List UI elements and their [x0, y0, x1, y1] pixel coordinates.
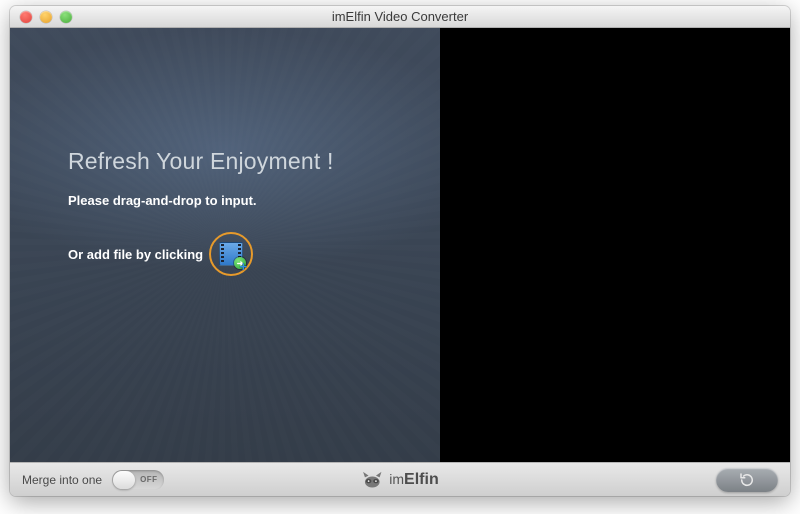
raccoon-logo-icon: [361, 471, 383, 489]
add-file-icon[interactable]: ➜ +: [219, 242, 243, 266]
preview-pane: [440, 28, 790, 462]
titlebar: imElfin Video Converter: [10, 6, 790, 28]
close-icon[interactable]: [20, 11, 32, 23]
headline-text: Refresh Your Enjoyment !: [68, 148, 410, 175]
application-window: imElfin Video Converter Refresh Your Enj…: [10, 6, 790, 496]
toggle-knob: [113, 471, 135, 489]
refresh-arrow-icon: [738, 471, 756, 489]
window-title: imElfin Video Converter: [10, 9, 790, 24]
merge-label: Merge into one: [22, 473, 102, 487]
footer-bar: Merge into one OFF imElfin: [10, 462, 790, 496]
brand-text: imElfin: [389, 471, 438, 489]
click-hint-text: Or add file by clicking: [68, 247, 203, 262]
brand-name: Elfin: [404, 471, 439, 488]
brand-prefix: im: [389, 471, 404, 487]
toggle-state-text: OFF: [140, 475, 158, 484]
brand: imElfin: [361, 471, 438, 489]
zoom-icon[interactable]: [60, 11, 72, 23]
click-hint-row: Or add file by clicking ➜ +: [68, 232, 410, 276]
merge-toggle[interactable]: OFF: [112, 470, 164, 490]
window-controls: [10, 11, 72, 23]
drop-zone-message: Refresh Your Enjoyment ! Please drag-and…: [68, 148, 410, 276]
minimize-icon[interactable]: [40, 11, 52, 23]
add-file-highlight-circle: ➜ +: [209, 232, 253, 276]
convert-button[interactable]: [716, 468, 778, 492]
drag-hint-text: Please drag-and-drop to input.: [68, 193, 410, 208]
drop-zone[interactable]: Refresh Your Enjoyment ! Please drag-and…: [10, 28, 440, 462]
plus-badge-icon: +: [240, 259, 248, 274]
content-area: Refresh Your Enjoyment ! Please drag-and…: [10, 28, 790, 462]
